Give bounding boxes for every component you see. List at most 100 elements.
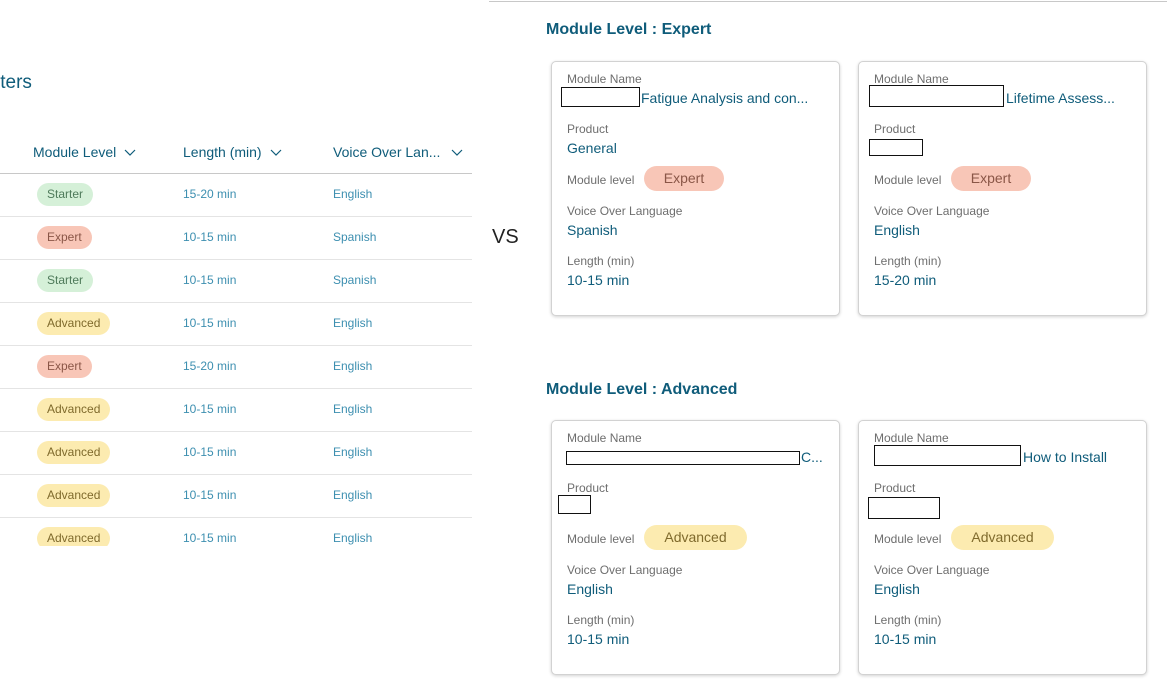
level-badge: Starter — [37, 183, 94, 206]
table-header: Module Level Length (min) Voice Over Lan… — [0, 140, 472, 174]
level-badge: Advanced — [951, 525, 1054, 550]
length-label: Length (min) — [567, 254, 635, 268]
module-name-label: Module Name — [567, 431, 642, 445]
level-badge: Starter — [37, 269, 94, 292]
length-cell: 15-20 min — [183, 187, 237, 201]
section-title-advanced: Module Level : Advanced — [546, 381, 738, 398]
module-name-value[interactable]: C... — [801, 449, 831, 465]
length-value: 10-15 min — [567, 631, 630, 647]
chevron-down-icon[interactable] — [270, 146, 282, 158]
module-card[interactable]: Module Name Fatigue Analysis and con... … — [551, 61, 840, 316]
redacted-box — [868, 497, 940, 519]
module-card[interactable]: Module Name C... Product Module level Ad… — [551, 420, 840, 675]
voice-over-value: English — [874, 222, 920, 238]
voice-over-value: English — [874, 581, 920, 597]
product-label: Product — [874, 122, 916, 136]
level-badge: Advanced — [37, 441, 111, 464]
product-value: General — [567, 140, 617, 156]
column-header-module-level[interactable]: Module Level — [33, 144, 136, 160]
module-level-label: Module level — [874, 532, 942, 546]
length-value: 10-15 min — [567, 272, 630, 288]
table-row[interactable]: Advanced 10-15 min English — [0, 518, 472, 546]
redacted-box — [869, 139, 923, 156]
module-name-value[interactable]: Fatigue Analysis and con... — [641, 90, 831, 106]
filters-title: lters — [0, 72, 32, 93]
voice-cell: English — [333, 488, 373, 502]
level-badge: Advanced — [644, 525, 747, 550]
voice-cell: English — [333, 531, 373, 545]
module-name-label: Module Name — [874, 72, 949, 86]
vs-label: VS — [492, 226, 519, 248]
product-label: Product — [567, 122, 609, 136]
module-card[interactable]: Module Name Lifetime Assess... Product M… — [858, 61, 1147, 316]
module-level-label: Module level — [567, 532, 635, 546]
level-badge: Expert — [951, 166, 1031, 191]
length-cell: 15-20 min — [183, 359, 237, 373]
level-badge: Advanced — [37, 312, 111, 335]
voice-cell: English — [333, 359, 373, 373]
chevron-down-icon[interactable] — [451, 146, 463, 158]
product-label: Product — [567, 481, 609, 495]
table-row[interactable]: Advanced 10-15 min English — [0, 389, 472, 432]
table-row[interactable]: Expert 15-20 min English — [0, 346, 472, 389]
product-label: Product — [874, 481, 916, 495]
voice-over-label: Voice Over Language — [567, 204, 683, 218]
length-cell: 10-15 min — [183, 316, 237, 330]
length-value: 10-15 min — [874, 631, 937, 647]
voice-cell: Spanish — [333, 273, 377, 287]
level-badge: Expert — [37, 355, 92, 378]
table-row[interactable]: Advanced 10-15 min English — [0, 432, 472, 475]
column-header-label: Voice Over Lan... — [333, 144, 441, 160]
column-header-voice-over[interactable]: Voice Over Lan... — [333, 144, 463, 160]
length-cell: 10-15 min — [183, 488, 237, 502]
section-title-expert: Module Level : Expert — [546, 21, 712, 38]
voice-cell: English — [333, 316, 373, 330]
column-header-length[interactable]: Length (min) — [183, 144, 282, 160]
voice-cell: English — [333, 402, 373, 416]
column-header-label: Length (min) — [183, 144, 262, 160]
length-label: Length (min) — [874, 254, 942, 268]
table-row[interactable]: Advanced 10-15 min English — [0, 475, 472, 518]
table-row[interactable]: Starter 10-15 min Spanish — [0, 260, 472, 303]
voice-over-value: Spanish — [567, 222, 618, 238]
redacted-box — [869, 85, 1004, 107]
voice-over-label: Voice Over Language — [874, 563, 990, 577]
length-cell: 10-15 min — [183, 531, 237, 545]
voice-cell: English — [333, 445, 373, 459]
redacted-box — [561, 87, 640, 107]
length-label: Length (min) — [874, 613, 942, 627]
voice-over-label: Voice Over Language — [874, 204, 990, 218]
level-badge: Advanced — [37, 398, 111, 421]
level-badge: Expert — [644, 166, 724, 191]
length-cell: 10-15 min — [183, 445, 237, 459]
level-badge: Advanced — [37, 484, 111, 507]
voice-cell: Spanish — [333, 230, 377, 244]
length-label: Length (min) — [567, 613, 635, 627]
redacted-box — [874, 445, 1021, 466]
table-row[interactable]: Expert 10-15 min Spanish — [0, 217, 472, 260]
table-row[interactable]: Advanced 10-15 min English — [0, 303, 472, 346]
table-row[interactable]: Starter 15-20 min English — [0, 174, 472, 217]
module-level-label: Module level — [874, 173, 942, 187]
module-name-label: Module Name — [567, 72, 642, 86]
top-divider — [489, 1, 1167, 2]
level-badge: Advanced — [37, 527, 111, 546]
voice-over-label: Voice Over Language — [567, 563, 683, 577]
module-card[interactable]: Module Name How to Install Product Modul… — [858, 420, 1147, 675]
module-level-label: Module level — [567, 173, 635, 187]
level-badge: Expert — [37, 226, 92, 249]
module-name-value[interactable]: Lifetime Assess... — [1006, 90, 1138, 106]
column-header-label: Module Level — [33, 144, 117, 160]
module-name-value[interactable]: How to Install — [1023, 449, 1138, 465]
module-name-label: Module Name — [874, 431, 949, 445]
voice-over-value: English — [567, 581, 613, 597]
modules-table-panel: lters Module Level Length (min) Voice Ov… — [0, 0, 472, 689]
voice-cell: English — [333, 187, 373, 201]
length-cell: 10-15 min — [183, 402, 237, 416]
redacted-box — [558, 495, 591, 514]
length-cell: 10-15 min — [183, 273, 237, 287]
length-cell: 10-15 min — [183, 230, 237, 244]
chevron-down-icon[interactable] — [124, 146, 136, 158]
table-body: Starter 15-20 min English Expert 10-15 m… — [0, 174, 472, 546]
length-value: 15-20 min — [874, 272, 937, 288]
